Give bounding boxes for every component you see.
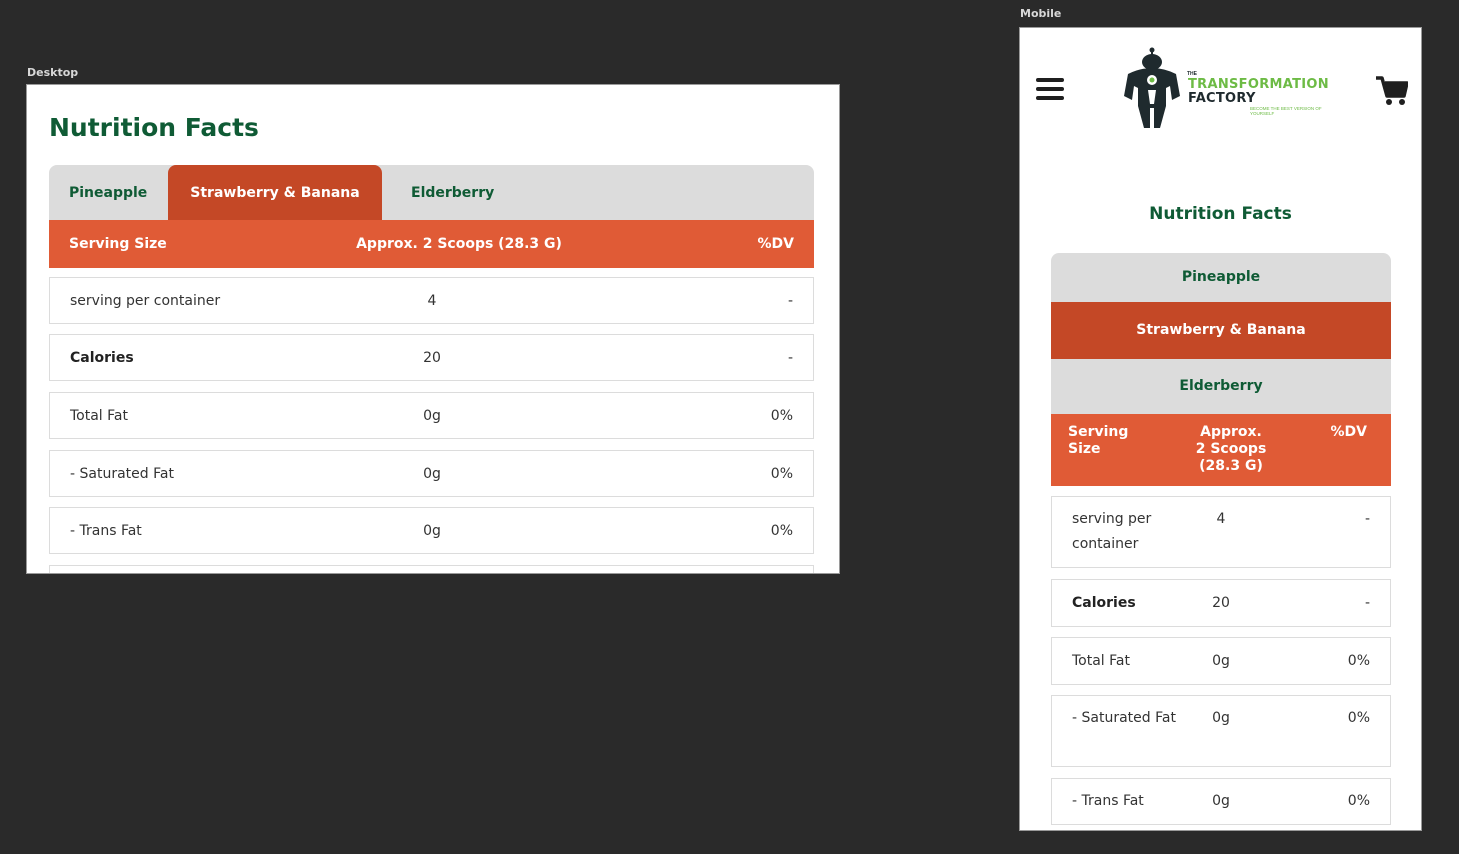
- header-dv: %DV: [757, 236, 794, 252]
- table-row: - Saturated Fat 0g 0%: [49, 450, 814, 497]
- header-serving-amount: Approx. 2 Scoops (28.3 G): [356, 236, 562, 252]
- tab-strawberry-banana[interactable]: Strawberry & Banana: [168, 165, 382, 220]
- row-label: Calories: [70, 349, 134, 366]
- page-title: Nutrition Facts: [49, 113, 259, 142]
- row-amount: 0g: [1212, 710, 1230, 726]
- header-serving-line-2: Size: [1068, 441, 1101, 457]
- row-dv: 0%: [770, 465, 793, 482]
- table-row-partial: [49, 565, 814, 573]
- logo-line-2: FACTORY: [1188, 91, 1256, 106]
- row-label: - Saturated Fat: [70, 465, 174, 482]
- table-row: - Saturated Fat 0g 0%: [1051, 695, 1391, 767]
- table-row: serving per container 4 -: [1051, 496, 1391, 568]
- table-row: - Trans Fat 0g 0%: [1051, 778, 1391, 825]
- table-row: serving per container 4 -: [49, 277, 814, 324]
- row-dv: 0%: [1347, 793, 1370, 809]
- tab-elderberry[interactable]: Elderberry: [1051, 359, 1391, 414]
- logo-line-1: TRANSFORMATION: [1188, 77, 1329, 92]
- header-amount-line-1: Approx.: [1200, 424, 1262, 440]
- row-label: - Trans Fat: [70, 522, 142, 539]
- brand-logo[interactable]: THE TRANSFORMATION FACTORY BECOME THE BE…: [1120, 44, 1330, 130]
- table-header: Serving Size Approx. 2 Scoops (28.3 G) %…: [49, 220, 814, 268]
- header-amount-line-3: (28.3 G): [1199, 458, 1263, 474]
- mobile-page-title: Nutrition Facts: [1149, 204, 1292, 224]
- row-label: serving per container: [1072, 511, 1152, 552]
- header-amount-line-2: 2 Scoops: [1195, 441, 1267, 457]
- mobile-frame: THE TRANSFORMATION FACTORY BECOME THE BE…: [1019, 27, 1422, 831]
- tab-pineapple[interactable]: Pineapple: [69, 165, 147, 220]
- row-amount: 0g: [1212, 793, 1230, 809]
- hamburger-menu-icon[interactable]: [1036, 78, 1064, 102]
- logo-wordmark: TRANSFORMATION FACTORY: [1188, 78, 1329, 106]
- row-label: - Saturated Fat: [1072, 710, 1176, 726]
- desktop-frame-label: Desktop: [27, 66, 79, 79]
- row-amount: 0g: [423, 465, 441, 482]
- row-dv: 0%: [1347, 710, 1370, 726]
- row-amount: 0g: [1212, 653, 1230, 669]
- table-row: Calories 20 -: [49, 334, 814, 381]
- tab-elderberry[interactable]: Elderberry: [411, 165, 494, 220]
- row-label: serving per container: [70, 292, 221, 309]
- row-label: Total Fat: [70, 407, 128, 424]
- shopping-cart-icon[interactable]: [1376, 76, 1408, 106]
- row-dv: -: [787, 292, 793, 309]
- row-label: - Trans Fat: [1072, 793, 1144, 809]
- row-dv: 0%: [770, 522, 793, 539]
- header-serving-size: Serving Size: [1068, 424, 1128, 458]
- logo-tagline: BECOME THE BEST VERSION OF YOURSELF: [1250, 106, 1322, 116]
- robot-logo-icon: [1124, 47, 1180, 128]
- row-dv: -: [787, 349, 793, 366]
- header-serving-amount: Approx. 2 Scoops (28.3 G): [1181, 424, 1281, 475]
- tab-pineapple[interactable]: Pineapple: [1051, 253, 1391, 302]
- desktop-frame: Nutrition Facts Pineapple Strawberry & B…: [26, 84, 840, 574]
- header-serving-size: Serving Size: [69, 236, 167, 252]
- table-row: - Trans Fat 0g 0%: [49, 507, 814, 554]
- row-dv: -: [1364, 595, 1370, 611]
- row-amount: 20: [423, 349, 441, 366]
- table-row: Total Fat 0g 0%: [49, 392, 814, 439]
- header-dv: %DV: [1330, 424, 1367, 440]
- row-amount: 0g: [423, 522, 441, 539]
- row-amount: 20: [1212, 595, 1230, 611]
- table-row: Calories 20 -: [1051, 579, 1391, 627]
- row-label: Total Fat: [1072, 653, 1130, 669]
- mobile-table-header: Serving Size Approx. 2 Scoops (28.3 G) %…: [1051, 414, 1391, 486]
- row-dv: 0%: [1347, 653, 1370, 669]
- row-dv: 0%: [770, 407, 793, 424]
- table-row: Total Fat 0g 0%: [1051, 637, 1391, 685]
- flavor-tab-bar: Pineapple Strawberry & Banana Elderberry: [49, 165, 814, 220]
- row-label: Calories: [1072, 595, 1136, 611]
- header-serving-line-1: Serving: [1068, 424, 1129, 440]
- row-amount: 4: [1216, 511, 1226, 527]
- tab-strawberry-banana[interactable]: Strawberry & Banana: [1051, 302, 1391, 359]
- row-amount: 4: [427, 292, 437, 309]
- row-amount: 0g: [423, 407, 441, 424]
- row-dv: -: [1364, 511, 1370, 527]
- mobile-frame-label: Mobile: [1020, 7, 1062, 20]
